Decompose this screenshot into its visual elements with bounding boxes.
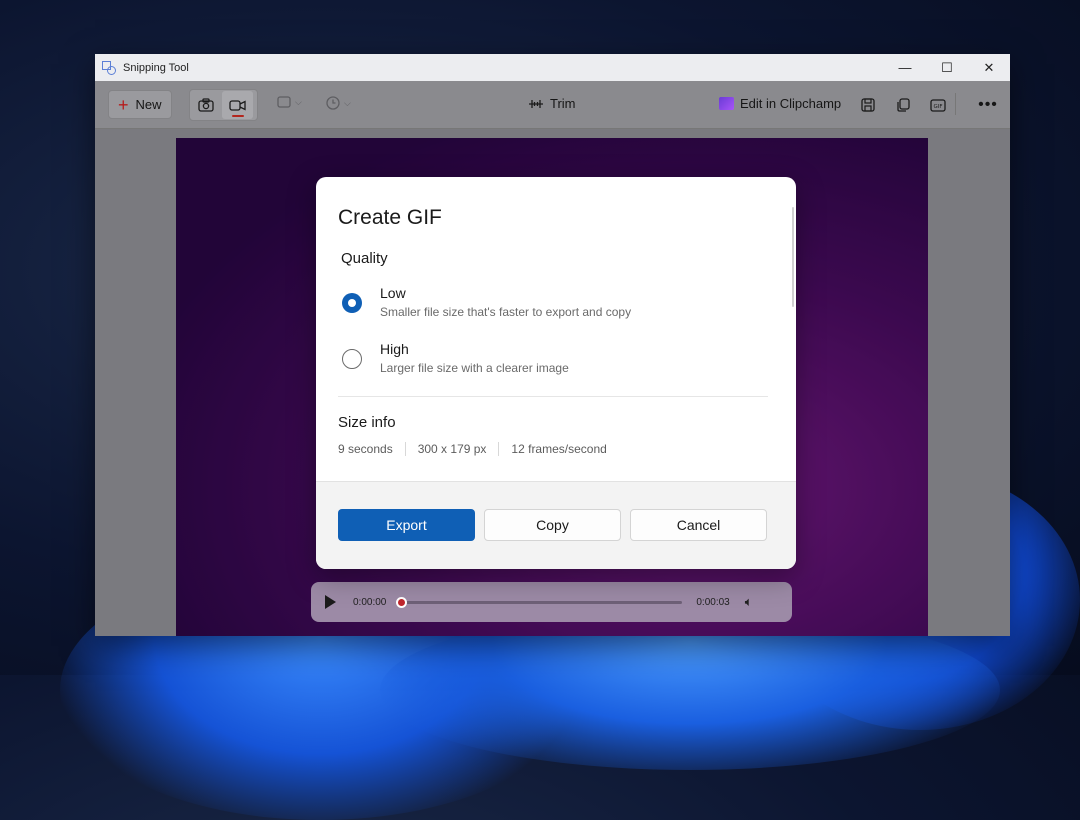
rectangle-snip-icon	[277, 96, 291, 108]
save-icon	[861, 98, 875, 112]
svg-text:GIF: GIF	[933, 104, 942, 110]
close-button[interactable]: ✕	[968, 54, 1010, 81]
edit-in-clipchamp-button[interactable]: Edit in Clipchamp	[719, 96, 841, 111]
video-player-bar: 0:00:00 0:00:03 🔈︎	[311, 582, 792, 622]
new-button-label: New	[135, 97, 162, 112]
quality-option-high[interactable]: High Larger file size with a clearer ima…	[342, 341, 569, 375]
copy-icon	[897, 98, 910, 112]
snip-shape-dropdown[interactable]: ⌵	[277, 96, 302, 108]
trim-label: Trim	[550, 96, 576, 111]
window-controls: — ☐ ✕	[884, 54, 1010, 81]
cancel-button[interactable]: Cancel	[630, 509, 767, 541]
seek-bar[interactable]	[396, 596, 683, 608]
window-title: Snipping Tool	[123, 61, 189, 74]
copy-gif-button[interactable]: Copy	[484, 509, 621, 541]
minimize-button[interactable]: —	[884, 54, 926, 81]
volume-icon[interactable]: 🔈︎	[745, 594, 753, 610]
seek-thumb[interactable]	[396, 596, 408, 608]
dialog-title: Create GIF	[338, 206, 442, 229]
clipchamp-icon	[719, 97, 734, 110]
size-info: 9 seconds 300 x 179 px 12 frames/second	[338, 442, 619, 456]
chevron-down-icon: ⌵	[344, 97, 351, 108]
create-gif-dialog: Create GIF Quality Low Smaller file size…	[316, 177, 796, 569]
play-icon[interactable]	[325, 595, 336, 609]
size-info-duration: 9 seconds	[338, 442, 393, 456]
video-camera-icon	[229, 99, 246, 111]
delay-dropdown[interactable]: ⌵	[326, 96, 351, 110]
size-info-framerate: 12 frames/second	[498, 442, 618, 456]
trim-button[interactable]: Trim	[528, 96, 576, 111]
create-gif-button[interactable]: GIF	[927, 94, 949, 116]
size-info-label: Size info	[338, 414, 396, 431]
quality-option-low[interactable]: Low Smaller file size that's faster to e…	[342, 285, 631, 319]
save-button[interactable]	[857, 94, 879, 116]
toolbar: + New ⌵ ⌵ Trim Edit in Clipchamp GIF •••	[95, 81, 1010, 129]
divider	[338, 396, 768, 397]
plus-icon: +	[118, 94, 129, 115]
more-options-button[interactable]: •••	[977, 94, 999, 116]
chevron-down-icon: ⌵	[295, 96, 302, 107]
option-description: Larger file size with a clearer image	[380, 361, 569, 375]
title-bar: Snipping Tool — ☐ ✕	[95, 54, 1010, 81]
clock-icon	[326, 96, 340, 110]
quality-label: Quality	[341, 250, 388, 267]
end-time: 0:00:03	[696, 596, 730, 608]
camera-icon	[197, 98, 214, 112]
radio-button-low[interactable]	[342, 293, 362, 313]
toolbar-divider	[955, 93, 956, 115]
screenshot-mode-button[interactable]	[190, 91, 221, 119]
option-title: High	[380, 341, 409, 357]
dialog-footer: Export Copy Cancel	[316, 481, 796, 569]
clipchamp-label: Edit in Clipchamp	[740, 96, 842, 111]
trim-icon	[529, 99, 543, 108]
snipping-tool-icon	[102, 60, 116, 75]
scrollbar[interactable]	[792, 207, 794, 307]
option-title: Low	[380, 285, 406, 301]
record-mode-button[interactable]	[222, 91, 253, 119]
current-time: 0:00:00	[353, 596, 387, 608]
radio-button-high[interactable]	[342, 349, 362, 369]
gif-icon: GIF	[930, 98, 946, 112]
capture-mode-toggle	[189, 89, 258, 121]
option-description: Smaller file size that's faster to expor…	[380, 305, 632, 319]
active-mode-indicator	[232, 115, 244, 117]
size-info-dimensions: 300 x 179 px	[404, 442, 499, 456]
export-button[interactable]: Export	[338, 509, 475, 541]
copy-button[interactable]	[892, 94, 914, 116]
maximize-button[interactable]: ☐	[926, 54, 968, 81]
new-button[interactable]: + New	[108, 90, 172, 119]
more-icon: •••	[978, 96, 998, 113]
